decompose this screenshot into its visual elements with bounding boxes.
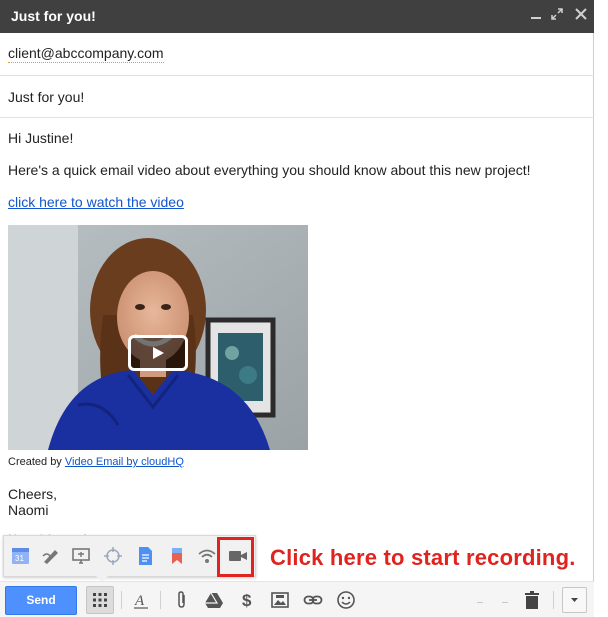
compose-toolbar: Send A $ xyxy=(0,581,594,617)
document-icon[interactable] xyxy=(135,546,155,566)
signature-icon[interactable] xyxy=(41,546,61,566)
expand-icon[interactable] xyxy=(551,6,563,26)
toolbar-separator xyxy=(121,591,122,609)
trash-icon[interactable] xyxy=(522,590,542,610)
signature-name: Naomi xyxy=(8,502,49,518)
recipient-chip[interactable]: client@abccompany.com xyxy=(8,45,164,63)
calendar-icon[interactable]: 31 xyxy=(11,546,31,566)
credit-link[interactable]: Video Email by cloudHQ xyxy=(65,456,184,468)
play-icon xyxy=(153,347,164,359)
divider xyxy=(0,75,594,76)
more-options-icon[interactable] xyxy=(562,587,587,613)
dollar-icon[interactable]: $ xyxy=(238,590,258,610)
calendar-number: 31 xyxy=(15,554,24,563)
send-button[interactable]: Send xyxy=(5,586,77,615)
subject-field[interactable]: Just for you! xyxy=(8,89,84,105)
video-credit: Created by Video Email by cloudHQ xyxy=(8,456,184,468)
compose-titlebar[interactable]: Just for you! xyxy=(0,0,594,33)
toolbar-separator xyxy=(160,591,161,609)
svg-text:$: $ xyxy=(242,591,252,610)
play-button[interactable] xyxy=(128,335,188,371)
toolbar-separator xyxy=(553,591,554,609)
compose-window: Just for you! client@abccompany.com Just… xyxy=(0,0,594,617)
toolbar-separator xyxy=(502,602,508,603)
annotation-callout: Click here to start recording. xyxy=(270,545,576,570)
link-icon[interactable] xyxy=(303,590,323,610)
photo-icon[interactable] xyxy=(270,590,290,610)
screen-share-icon[interactable] xyxy=(71,546,91,566)
intro-text: Here's a quick email video about everyth… xyxy=(8,162,531,178)
record-highlight-box xyxy=(217,537,254,577)
crosshair-icon[interactable] xyxy=(103,546,123,566)
attach-icon[interactable] xyxy=(172,590,192,610)
divider xyxy=(0,117,594,118)
compose-title: Just for you! xyxy=(11,8,96,24)
close-icon[interactable] xyxy=(575,6,587,26)
credit-prefix: Created by xyxy=(8,456,65,468)
video-link[interactable]: click here to watch the video xyxy=(8,194,184,210)
svg-text:A: A xyxy=(134,593,145,609)
bookmark-icon[interactable] xyxy=(167,546,187,566)
emoji-icon[interactable] xyxy=(336,590,356,610)
text-format-icon[interactable]: A xyxy=(131,590,151,610)
toolbar-separator xyxy=(477,602,483,603)
greeting-text: Hi Justine! xyxy=(8,130,74,146)
minimize-icon[interactable] xyxy=(530,3,542,29)
video-thumbnail[interactable] xyxy=(8,225,308,450)
signoff-text: Cheers, xyxy=(8,486,58,502)
apps-grid-icon[interactable] xyxy=(86,586,114,614)
drive-icon[interactable] xyxy=(204,590,224,610)
wifi-icon[interactable] xyxy=(197,546,217,566)
